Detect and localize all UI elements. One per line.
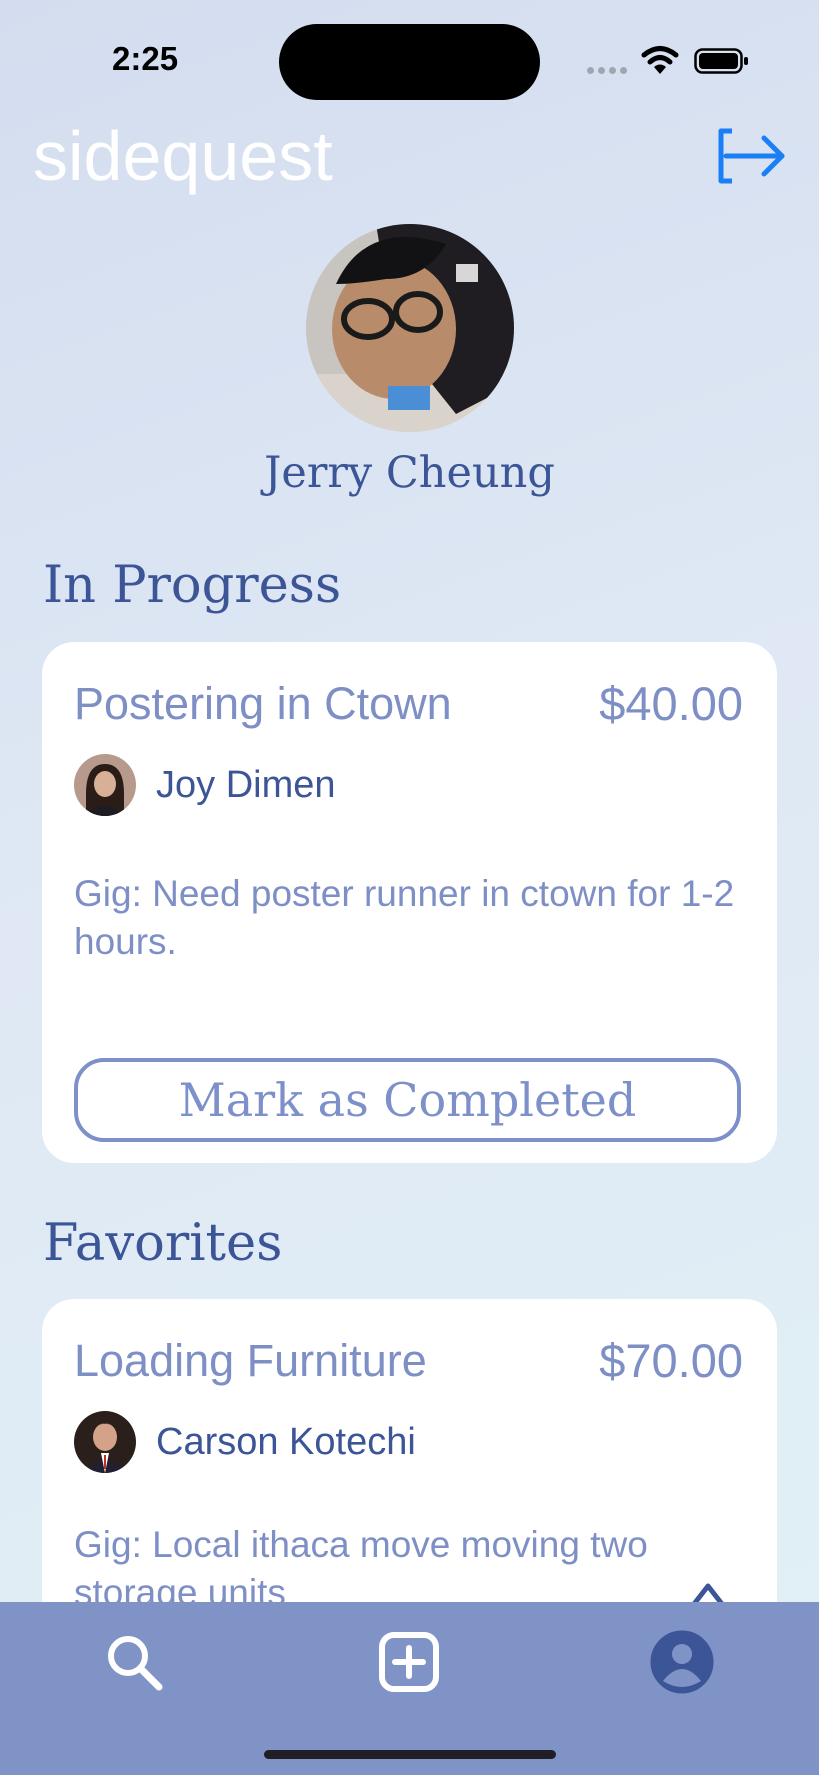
tab-profile[interactable] [642, 1622, 722, 1702]
cellular-signal-icon [587, 67, 629, 75]
battery-icon [694, 48, 748, 74]
gig-title: Loading Furniture [74, 1335, 427, 1386]
poster-name: Carson Kotechi [156, 1421, 416, 1463]
dynamic-island [279, 24, 540, 100]
gig-price: $70.00 [599, 1334, 743, 1387]
gig-price: $40.00 [599, 677, 743, 730]
poster-avatar [74, 1411, 136, 1473]
poster-name: Joy Dimen [156, 764, 336, 806]
home-indicator [264, 1750, 556, 1759]
tab-bar [0, 1602, 819, 1775]
status-bar: 2:25 [0, 0, 819, 110]
favorites-heading: Favorites [43, 1214, 283, 1273]
tab-create[interactable] [369, 1622, 449, 1702]
search-icon [108, 1636, 163, 1691]
gig-title: Postering in Ctown [74, 678, 452, 729]
gig-description: Gig: Need poster runner in ctown for 1-2… [74, 873, 735, 962]
in-progress-heading: In Progress [43, 556, 342, 615]
add-post-icon [379, 1632, 439, 1692]
logout-icon[interactable] [716, 126, 788, 186]
wifi-icon [641, 46, 679, 74]
profile-avatar [306, 224, 514, 432]
profile-name: Jerry Cheung [264, 448, 555, 498]
sidequest-logo: sidequest [33, 117, 333, 195]
logo-text: sidequest [33, 117, 333, 195]
favorite-card[interactable]: Loading Furniture $70.00 Carson Kotechi … [42, 1299, 777, 1629]
mark-completed-button[interactable]: Mark as Completed [74, 1058, 741, 1142]
poster-avatar [74, 754, 136, 816]
in-progress-card[interactable]: Postering in Ctown $40.00 Joy Dimen Gig:… [42, 642, 777, 1163]
profile-icon [650, 1630, 714, 1694]
status-time: 2:25 [112, 40, 179, 77]
tab-search[interactable] [94, 1622, 174, 1702]
